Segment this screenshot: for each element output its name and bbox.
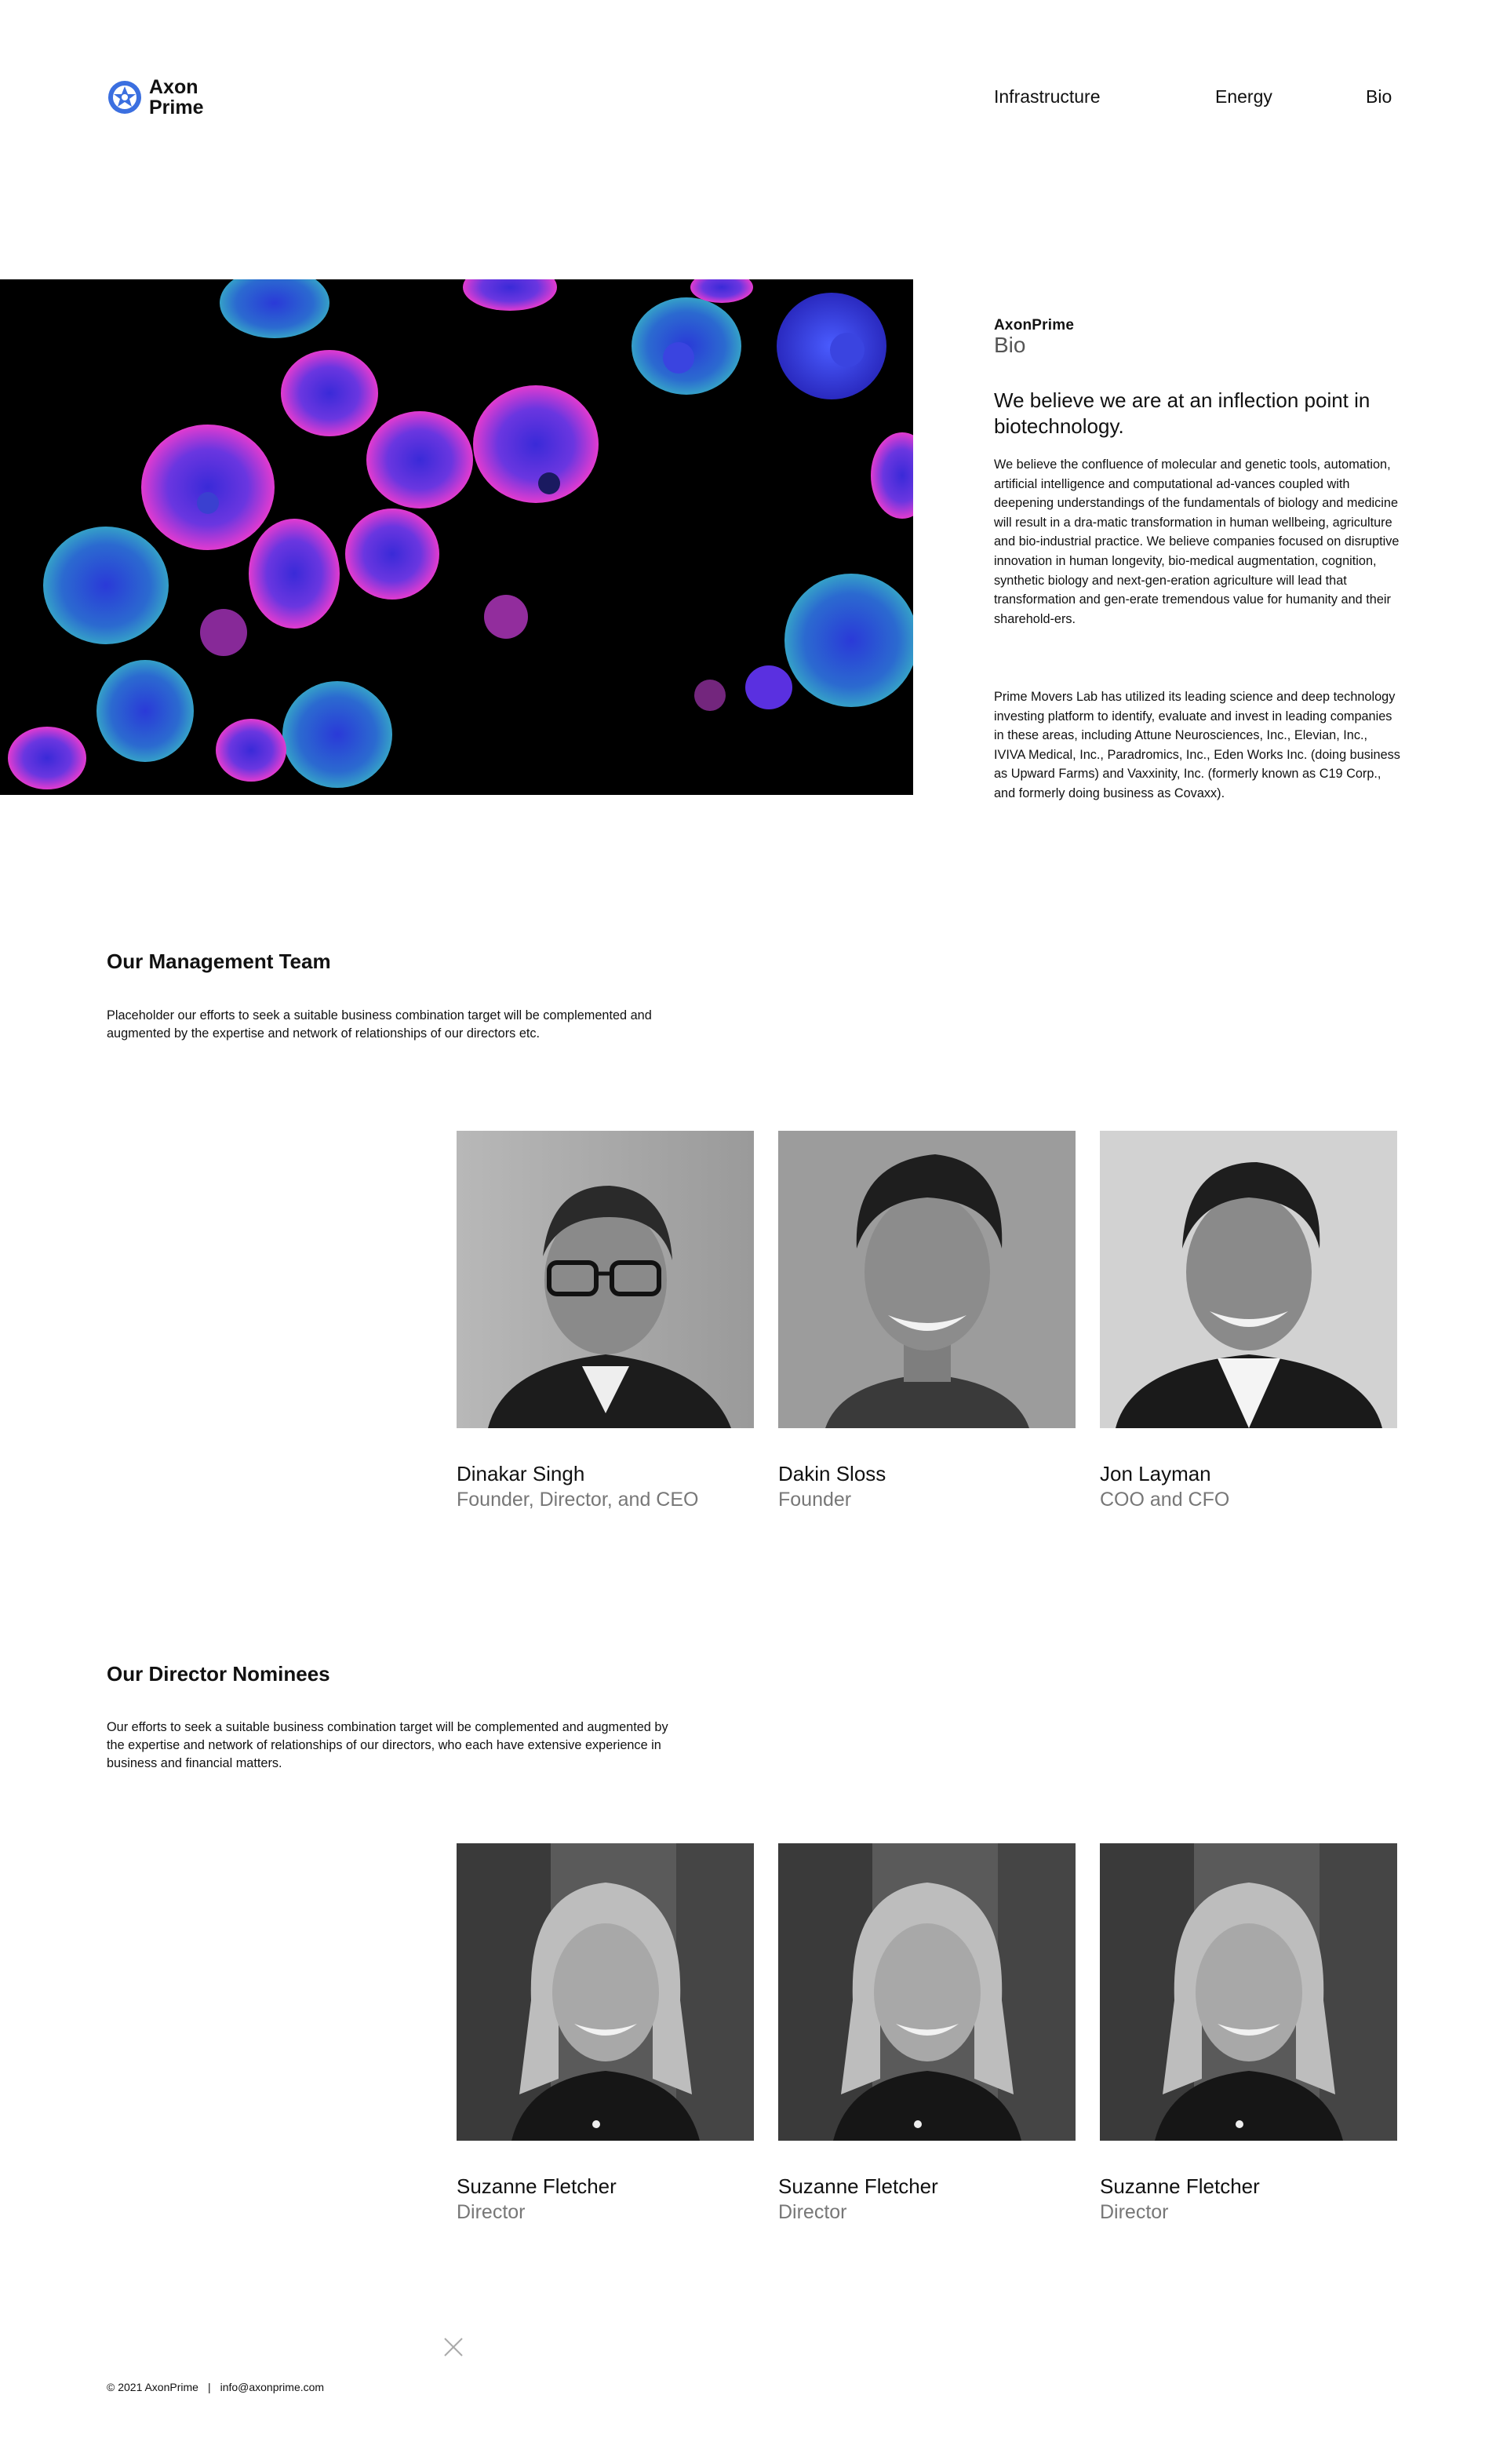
person-name: Dinakar Singh	[457, 1462, 585, 1485]
person-name: Suzanne Fletcher	[778, 2174, 938, 2198]
portrait-photo	[778, 1131, 1076, 1428]
bio-brand-top: AxonPrime	[994, 317, 1075, 334]
management-title: Our Management Team	[107, 950, 331, 973]
bio-headline: We believe we are at an inflection point…	[994, 388, 1370, 438]
bio-brand-sub: Bio	[994, 333, 1026, 357]
portrait-photo	[1100, 1843, 1397, 2141]
person-name: Suzanne Fletcher	[1100, 2174, 1260, 2198]
person-role: Director	[778, 2201, 847, 2223]
main-nav: Infrastructure Energy Bio	[0, 86, 1507, 110]
team-card: Jon Layman COO and CFO	[1100, 1131, 1397, 1513]
team-card: Dakin Sloss Founder	[778, 1131, 1076, 1513]
person-role: Director	[1100, 2201, 1169, 2223]
person-role: Founder	[778, 1489, 852, 1511]
portrait-photo	[457, 1843, 754, 2141]
person-name: Suzanne Fletcher	[457, 2174, 617, 2198]
director-card: Suzanne Fletcher Director	[457, 1843, 754, 2225]
nav-item-bio[interactable]: Bio	[1366, 86, 1392, 108]
director-card: Suzanne Fletcher Director	[778, 1843, 1076, 2225]
hero-cell-microscopy-image	[0, 279, 913, 795]
person-role: Director	[457, 2201, 526, 2223]
directors-description: Our efforts to seek a suitable business …	[107, 1720, 668, 1770]
nav-item-infrastructure[interactable]: Infrastructure	[994, 86, 1101, 108]
bio-brand: AxonPrime Bio	[994, 317, 1074, 356]
bio-paragraph-2: Prime Movers Lab has utilized its leadin…	[994, 690, 1400, 800]
portrait-photo	[1100, 1131, 1397, 1428]
director-card: Suzanne Fletcher Director	[1100, 1843, 1397, 2225]
nav-item-energy[interactable]: Energy	[1215, 86, 1272, 108]
close-icon[interactable]	[443, 2337, 464, 2357]
footer-separator: |	[207, 2381, 211, 2393]
person-name: Jon Layman	[1100, 1462, 1211, 1485]
directors-title: Our Director Nominees	[107, 1662, 330, 1686]
person-name: Dakin Sloss	[778, 1462, 886, 1485]
team-card: Dinakar Singh Founder, Director, and CEO	[457, 1131, 754, 1513]
footer: © 2021 AxonPrime | info@axonprime.com	[107, 2381, 324, 2393]
management-description: Placeholder our efforts to seek a suitab…	[107, 1008, 652, 1041]
portrait-photo	[457, 1131, 754, 1428]
person-role: Founder, Director, and CEO	[457, 1489, 699, 1511]
footer-email-link[interactable]: info@axonprime.com	[220, 2381, 325, 2393]
footer-copyright: © 2021 AxonPrime	[107, 2381, 198, 2393]
person-role: COO and CFO	[1100, 1489, 1230, 1511]
bio-paragraph-1: We believe the confluence of molecular a…	[994, 457, 1400, 626]
portrait-photo	[778, 1843, 1076, 2141]
